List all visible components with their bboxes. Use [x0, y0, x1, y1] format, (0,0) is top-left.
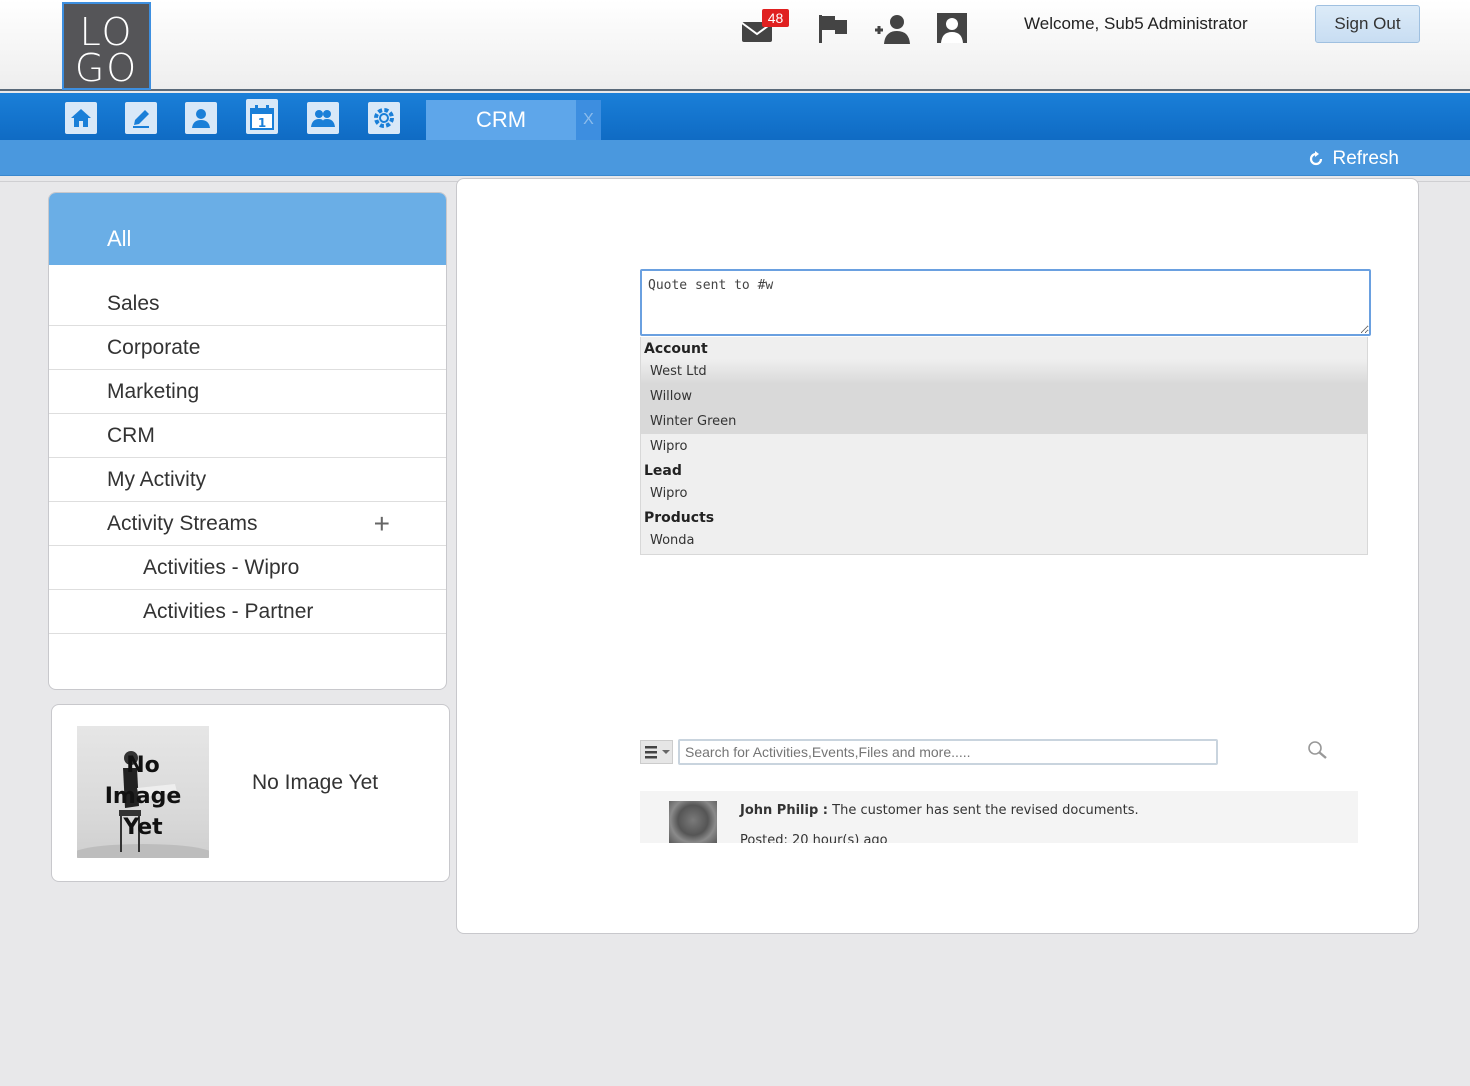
sidebar-item-activities-wipro[interactable]: Activities - Wipro	[49, 546, 446, 590]
activity-item: John Philip : The customer has sent the …	[640, 791, 1358, 843]
image-card: No Image Yet No Image Yet	[51, 704, 450, 882]
flag-icon[interactable]	[817, 12, 851, 44]
sidebar-item-sales[interactable]: Sales	[49, 265, 446, 326]
logo-line-1: LO	[79, 10, 134, 54]
tab-crm[interactable]: CRM	[426, 100, 576, 140]
header: LO GO 48 Welcome, Sub5 Administrator Sig…	[0, 0, 1470, 91]
mail-count-badge: 48	[762, 9, 789, 27]
activity-search-input[interactable]	[678, 739, 1218, 765]
add-user-icon[interactable]	[873, 12, 913, 44]
no-image-caption: No Image Yet	[252, 771, 379, 794]
suggestion-option[interactable]: Wipro	[641, 434, 1367, 459]
main-nav: 1 CRM X	[0, 93, 1470, 140]
no-image-placeholder: No Image Yet	[77, 726, 209, 858]
refresh-button[interactable]: Refresh	[1308, 148, 1399, 170]
edit-icon[interactable]	[125, 102, 157, 134]
settings-icon[interactable]	[368, 102, 400, 134]
hamburger-icon	[645, 746, 657, 759]
suggestion-option[interactable]: Willow	[641, 384, 1367, 409]
suggestion-option[interactable]: Wipro	[641, 481, 1367, 506]
refresh-icon	[1310, 151, 1323, 166]
suggestion-group-lead: Lead	[644, 463, 682, 479]
no-image-line-2: Image	[104, 784, 182, 809]
close-tab-button[interactable]: X	[576, 100, 601, 140]
suggestion-option[interactable]: West Ltd	[641, 359, 1367, 384]
post-composer-input[interactable]	[640, 269, 1371, 336]
sidebar-item-activity-streams[interactable]: Activity Streams +	[49, 502, 446, 546]
sidebar-item-my-activity[interactable]: My Activity	[49, 458, 446, 502]
svg-text:1: 1	[258, 116, 266, 130]
activity-author[interactable]: John Philip :	[740, 803, 828, 818]
filter-menu-button[interactable]	[640, 740, 673, 764]
sidebar-item-crm[interactable]: CRM	[49, 414, 446, 458]
calendar-icon[interactable]: 1	[246, 99, 278, 134]
refresh-label: Refresh	[1332, 148, 1399, 169]
sign-out-button[interactable]: Sign Out	[1315, 5, 1420, 43]
sub-toolbar: Refresh	[0, 140, 1470, 176]
activity-message: The customer has sent the revised docume…	[828, 803, 1139, 818]
user-profile-icon[interactable]	[935, 12, 969, 44]
sidebar-item-corporate[interactable]: Corporate	[49, 326, 446, 370]
activity-timestamp: Posted: 20 hour(s) ago	[740, 833, 888, 843]
welcome-text: Welcome, Sub5 Administrator	[1024, 14, 1248, 33]
logo-line-2: GO	[74, 46, 139, 90]
no-image-line-1: No	[126, 753, 160, 778]
sidebar-item-activities-partner[interactable]: Activities - Partner	[49, 590, 446, 634]
home-icon[interactable]	[65, 102, 97, 134]
logo[interactable]: LO GO	[62, 2, 151, 90]
stream-sidebar: All Sales Corporate Marketing CRM My Act…	[48, 192, 447, 690]
sidebar-item-marketing[interactable]: Marketing	[49, 370, 446, 414]
suggestion-group-account: Account	[644, 341, 708, 357]
search-icon[interactable]	[1307, 740, 1329, 765]
suggestion-option[interactable]: Winter Green	[641, 409, 1367, 434]
no-image-line-3: Yet	[123, 815, 163, 840]
avatar[interactable]	[669, 801, 717, 843]
user-icon[interactable]	[185, 102, 217, 134]
sidebar-item-label: Activity Streams	[107, 512, 258, 535]
suggestion-group-products: Products	[644, 510, 715, 526]
mention-suggestions: Account West Ltd Willow Winter Green Wip…	[640, 337, 1368, 555]
sidebar-item-all[interactable]: All	[49, 193, 446, 265]
add-stream-icon[interactable]: +	[374, 502, 390, 546]
group-icon[interactable]	[307, 102, 339, 134]
activity-panel: Account West Ltd Willow Winter Green Wip…	[456, 178, 1419, 934]
caret-down-icon	[662, 750, 670, 754]
suggestion-option[interactable]: Wonda	[641, 528, 1367, 553]
